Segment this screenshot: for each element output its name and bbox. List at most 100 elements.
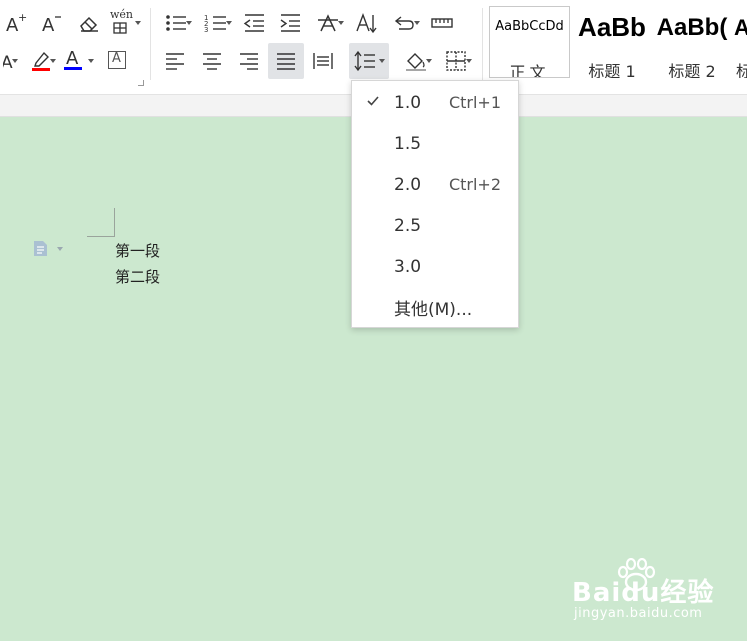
character-border-letter: A: [112, 51, 121, 66]
style-heading-3[interactable]: A 标: [732, 6, 747, 78]
tab-ruler-button[interactable]: [428, 9, 456, 37]
justify-icon: [277, 53, 295, 70]
margin-marker-horizontal: [87, 236, 115, 237]
style-heading-2-name: 标题 2: [668, 62, 716, 78]
character-border-button[interactable]: A: [104, 47, 130, 75]
shrink-font-icon: A: [42, 15, 61, 34]
menu-item-label: 1.0: [394, 92, 422, 113]
group-divider: [482, 8, 483, 80]
align-right-button[interactable]: [234, 47, 264, 75]
sort-button[interactable]: [352, 9, 380, 37]
chevron-down-icon: [226, 21, 232, 25]
menu-item-shortcut: Ctrl+1: [448, 93, 501, 112]
chevron-down-icon: [12, 59, 18, 63]
pinyin-char-icon: [113, 22, 127, 34]
chevron-down-icon: [50, 59, 56, 63]
chevron-down-icon: [466, 59, 472, 63]
align-center-button[interactable]: [197, 47, 227, 75]
line-spacing-option-2-5[interactable]: 2.5: [352, 205, 518, 246]
highlighter-icon: [32, 51, 50, 71]
style-normal-sample: AaBbCcDd: [495, 19, 564, 34]
grow-font-button[interactable]: A +: [2, 9, 28, 37]
chinese-layout-icon: [318, 14, 338, 32]
line-spacing-option-3-0[interactable]: 3.0: [352, 246, 518, 287]
style-heading-2[interactable]: AaBb( 标题 2: [652, 6, 732, 78]
align-right-icon: [240, 53, 258, 70]
line-spacing-option-1-0[interactable]: 1.0 Ctrl+1: [352, 82, 518, 123]
increase-indent-button[interactable]: [276, 9, 304, 37]
watermark-url: jingyan.baidu.com: [574, 606, 703, 621]
style-heading-3-name: 标: [736, 62, 747, 78]
menu-item-label: 3.0: [394, 256, 422, 277]
style-heading-2-sample: AaBb(: [656, 14, 728, 41]
line-spacing-option-1-5[interactable]: 1.5: [352, 123, 518, 164]
document-paragraph-2[interactable]: 第二段: [115, 266, 160, 287]
justify-button[interactable]: [268, 43, 304, 79]
svg-text:A: A: [42, 15, 55, 34]
menu-item-shortcut: Ctrl+2: [448, 175, 501, 194]
grow-font-icon: A +: [6, 12, 27, 34]
align-center-icon: [203, 53, 221, 70]
document-paragraph-1[interactable]: 第一段: [115, 240, 160, 261]
chevron-down-icon: [426, 59, 432, 63]
group-divider: [150, 8, 151, 80]
clear-format-button[interactable]: [76, 9, 102, 37]
pinyin-label: wén: [110, 8, 134, 21]
chevron-down-icon: [379, 59, 385, 63]
menu-item-label: 1.5: [394, 133, 422, 154]
outdent-icon: [243, 14, 264, 32]
pinyin-guide-button[interactable]: wén: [108, 8, 142, 37]
align-left-button[interactable]: [160, 47, 190, 75]
ruler-icon: [431, 18, 453, 28]
line-spacing-button[interactable]: [349, 43, 389, 79]
font-color-button[interactable]: A: [62, 47, 96, 75]
chevron-down-icon: [338, 21, 344, 25]
font-dialog-launcher[interactable]: [138, 80, 144, 86]
text-effect-button[interactable]: A: [0, 47, 18, 75]
chinese-layout-button[interactable]: [310, 9, 346, 37]
indent-icon: [280, 14, 300, 32]
style-heading-3-sample: A: [734, 15, 747, 40]
style-heading-1[interactable]: AaBb 标题 1: [572, 6, 652, 78]
paint-bucket-icon: [406, 53, 426, 71]
style-heading-1-sample: AaBb: [578, 12, 646, 42]
decrease-indent-button[interactable]: [240, 9, 268, 37]
svg-text:+: +: [18, 12, 27, 24]
paragraph-options-icon[interactable]: [32, 240, 50, 258]
shrink-font-button[interactable]: A: [38, 9, 64, 37]
line-spacing-menu: 1.0 Ctrl+1 1.5 2.0 Ctrl+2 2.5 3.0 其他(M).…: [351, 80, 519, 328]
font-color-letter: A: [66, 48, 79, 69]
sort-icon: [356, 13, 377, 34]
paragraph-return-icon: [394, 16, 414, 30]
svg-text:3: 3: [204, 26, 208, 34]
margin-marker-vertical: [114, 208, 115, 236]
line-spacing-icon: [354, 50, 375, 72]
chevron-down-icon[interactable]: [57, 247, 63, 251]
highlight-color-button[interactable]: [24, 47, 58, 75]
numbered-list-button[interactable]: 1 2 3: [198, 9, 234, 37]
menu-item-label: 2.5: [394, 215, 422, 236]
distributed-align-button[interactable]: [308, 47, 338, 75]
numbered-list-icon: 1 2 3: [204, 14, 226, 34]
checkmark-icon: [367, 96, 379, 106]
line-spacing-option-2-0[interactable]: 2.0 Ctrl+2: [352, 164, 518, 205]
style-heading-1-name: 标题 1: [588, 62, 636, 78]
style-normal-name: 正文: [509, 63, 550, 78]
eraser-icon: [80, 16, 98, 32]
shading-button[interactable]: [398, 47, 434, 75]
watermark-brand: Baidu经验: [572, 578, 715, 608]
style-normal[interactable]: AaBbCcDd 正文: [489, 6, 570, 78]
line-spacing-option-other[interactable]: 其他(M)...: [352, 287, 518, 328]
align-left-icon: [166, 53, 184, 70]
bullet-list-button[interactable]: [158, 9, 194, 37]
bullet-list-icon: [166, 15, 186, 31]
chevron-down-icon: [88, 59, 94, 63]
menu-item-label: 其他(M)...: [394, 300, 473, 320]
chevron-down-icon: [186, 21, 192, 25]
borders-button[interactable]: [438, 47, 474, 75]
show-hide-marks-button[interactable]: [386, 9, 422, 37]
menu-item-label: 2.0: [394, 174, 422, 195]
borders-icon: [446, 51, 466, 71]
distributed-align-icon: [313, 53, 333, 69]
font-color-swatch: [64, 67, 82, 70]
